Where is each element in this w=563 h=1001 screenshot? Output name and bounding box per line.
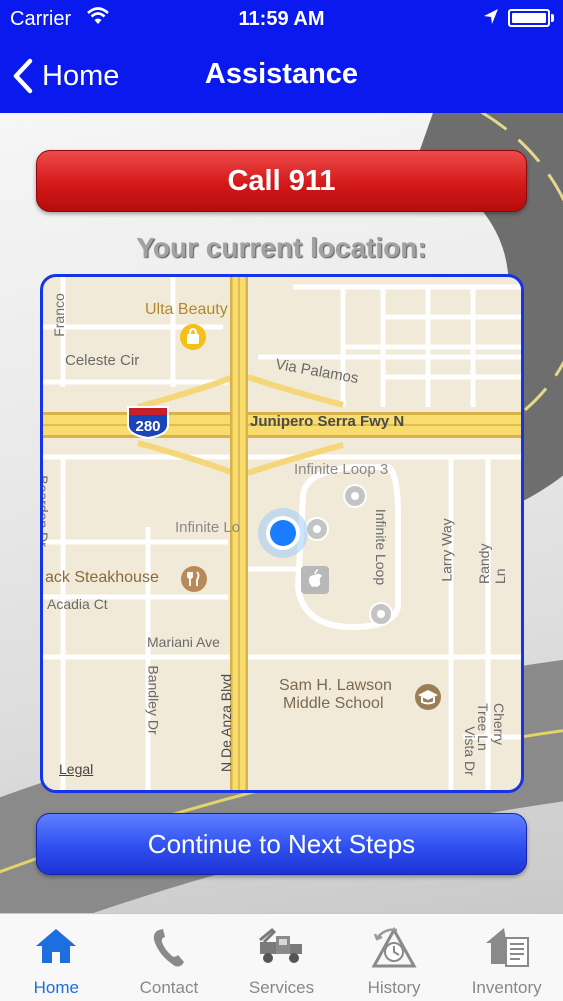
map-label: ack Steakhouse <box>45 569 159 586</box>
map-label: Randy Ln <box>476 543 508 584</box>
restaurant-icon[interactable] <box>180 565 208 593</box>
map-label: Bandley Dr <box>145 665 162 735</box>
tab-inventory-label: Inventory <box>471 978 542 997</box>
map-label: Junipero Serra Fwy N <box>250 413 405 430</box>
inventory-icon <box>485 928 529 967</box>
map-label: Middle School <box>283 695 384 712</box>
location-services-icon <box>484 9 498 24</box>
location-map[interactable]: 280 Franco Ulta Beauty Celeste Cir Via P… <box>40 274 524 793</box>
status-bar: Carrier 11:59 AM <box>0 0 563 38</box>
map-label: Infinite Loop <box>373 508 390 586</box>
tab-home[interactable]: Home <box>0 914 113 1001</box>
tab-services-label: Services <box>248 978 315 997</box>
call-911-button[interactable]: Call 911 <box>36 150 527 212</box>
tow-truck-icon <box>259 927 303 963</box>
phone-icon <box>153 929 184 967</box>
tab-history-label: History <box>367 978 421 997</box>
battery-icon <box>508 9 550 27</box>
continue-next-steps-button[interactable]: Continue to Next Steps <box>36 813 527 875</box>
clock: 11:59 AM <box>238 8 325 30</box>
history-icon <box>371 926 417 968</box>
current-location-heading: Your current location: <box>136 232 427 263</box>
map-label: Mariani Ave <box>147 634 220 650</box>
tab-home-label: Home <box>33 978 79 997</box>
map-label: Franco <box>50 293 67 337</box>
tab-contact[interactable]: Contact <box>113 914 226 1001</box>
school-icon[interactable] <box>414 683 442 711</box>
battery-nub <box>551 14 554 22</box>
map-label: Celeste Cir <box>65 352 140 369</box>
map-label: N De Anza Blvd <box>218 673 235 773</box>
tab-services[interactable]: Services <box>225 914 338 1001</box>
map-legal-link[interactable]: Legal <box>59 761 93 777</box>
current-location-dot <box>258 508 308 558</box>
map-label: Beardon Dr <box>40 475 51 547</box>
map-label: Infinite Lo <box>175 519 241 536</box>
highway-shield-number: 280 <box>135 418 160 435</box>
map-pin-icon[interactable] <box>368 601 394 627</box>
map-pin-icon[interactable] <box>342 483 368 509</box>
map-label: Acadia Ct <box>47 596 108 612</box>
main-content: Call 911 Your current location: 280 Fran… <box>0 113 563 913</box>
map-label: Ulta Beauty <box>145 301 228 318</box>
map-label: Sam H. Lawson <box>279 677 392 694</box>
map-label: Cherry Tree Ln <box>475 703 507 751</box>
shopping-bag-icon[interactable] <box>179 323 207 351</box>
tab-contact-label: Contact <box>139 978 199 997</box>
apple-logo-icon[interactable] <box>300 565 330 595</box>
map-label: Larry Way <box>438 518 455 582</box>
home-icon <box>36 929 77 963</box>
tab-inventory[interactable]: Inventory <box>450 914 563 1001</box>
navigation-header: Carrier 11:59 AM Home Assistance <box>0 0 563 113</box>
page-title: Assistance <box>204 58 359 90</box>
tab-history[interactable]: History <box>338 914 451 1001</box>
map-label: Infinite Loop 3 <box>294 461 389 478</box>
tab-bar: Home Contact Services History Inventory <box>0 913 563 1001</box>
highway-280-shield: 280 <box>127 406 169 439</box>
